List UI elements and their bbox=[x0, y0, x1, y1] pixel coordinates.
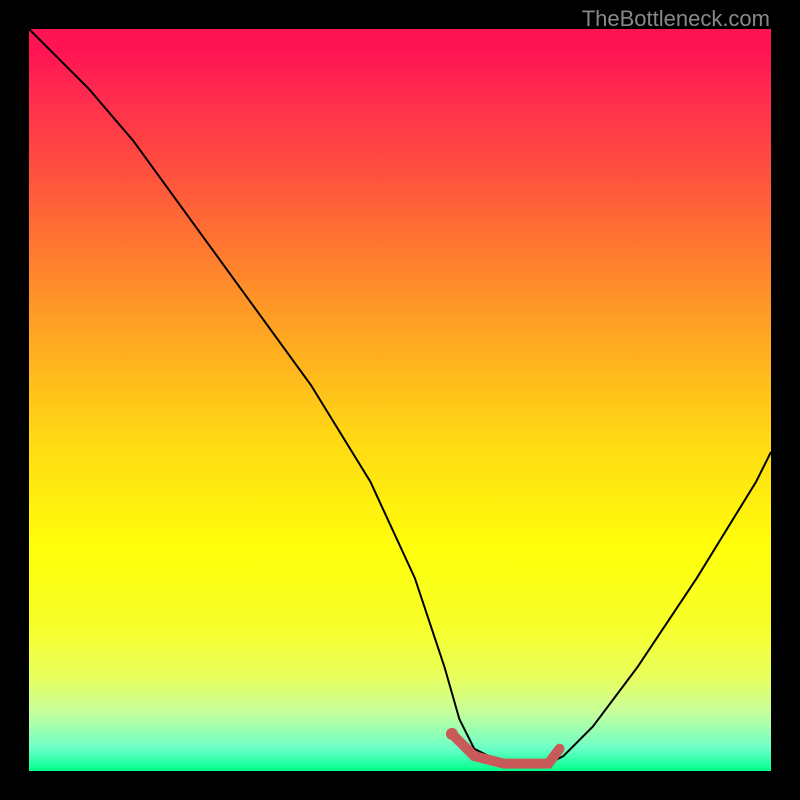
chart-svg bbox=[29, 29, 771, 771]
optimal-point-dot bbox=[446, 728, 458, 740]
chart-area bbox=[29, 29, 771, 771]
bottleneck-curve bbox=[29, 29, 771, 764]
